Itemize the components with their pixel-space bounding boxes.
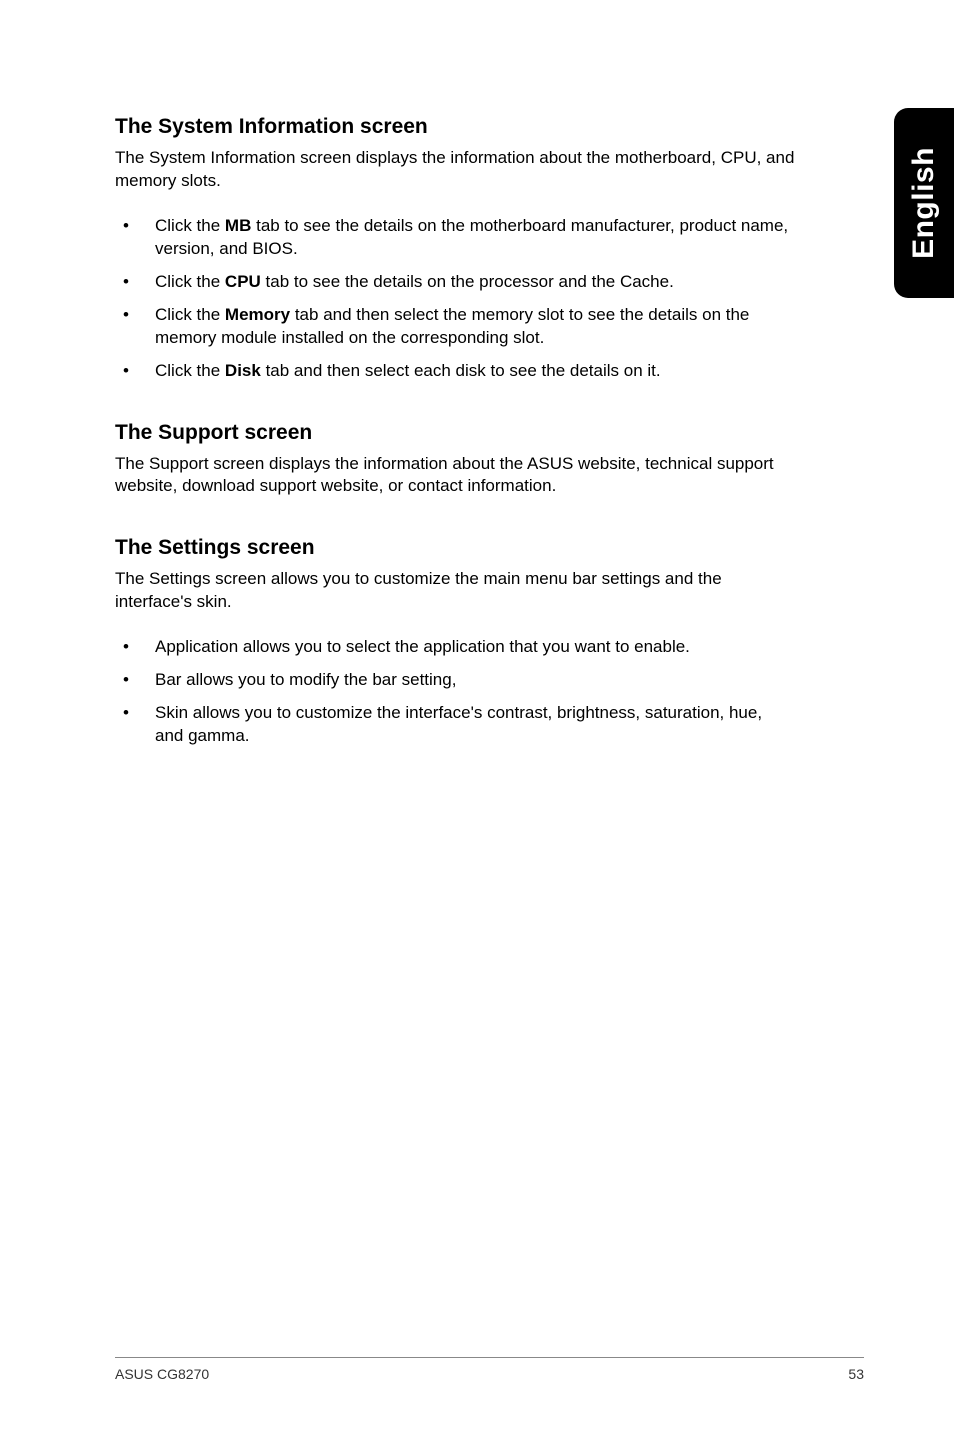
section-support: The Support screen The Support screen di… bbox=[115, 421, 795, 499]
list-item: Click the MB tab to see the details on t… bbox=[115, 215, 795, 261]
language-label: English bbox=[907, 147, 941, 259]
bullet-list: Application allows you to select the app… bbox=[115, 636, 795, 748]
section-intro: The Support screen displays the informat… bbox=[115, 453, 795, 499]
text-bold: Disk bbox=[225, 361, 261, 380]
section-title: The System Information screen bbox=[115, 115, 795, 139]
list-item: Application allows you to select the app… bbox=[115, 636, 795, 659]
text-pre: Click the bbox=[155, 216, 225, 235]
section-system-information: The System Information screen The System… bbox=[115, 115, 795, 383]
text-bold: Memory bbox=[225, 305, 290, 324]
list-item: Click the CPU tab to see the details on … bbox=[115, 271, 795, 294]
list-item: Skin allows you to customize the interfa… bbox=[115, 702, 795, 748]
text-post: tab to see the details on the processor … bbox=[261, 272, 674, 291]
text-pre: Click the bbox=[155, 361, 225, 380]
bullet-list: Click the MB tab to see the details on t… bbox=[115, 215, 795, 383]
page-footer: ASUS CG8270 53 bbox=[115, 1357, 864, 1382]
text-bold: MB bbox=[225, 216, 251, 235]
list-item: Bar allows you to modify the bar setting… bbox=[115, 669, 795, 692]
footer-product: ASUS CG8270 bbox=[115, 1366, 209, 1382]
text-post: tab and then select each disk to see the… bbox=[261, 361, 661, 380]
section-intro: The Settings screen allows you to custom… bbox=[115, 568, 795, 614]
text-pre: Click the bbox=[155, 272, 225, 291]
text-bold: CPU bbox=[225, 272, 261, 291]
content-area: The System Information screen The System… bbox=[115, 115, 795, 748]
language-side-tab: English bbox=[894, 108, 954, 298]
section-settings: The Settings screen The Settings screen … bbox=[115, 536, 795, 748]
footer-page-number: 53 bbox=[848, 1366, 864, 1382]
list-item: Click the Disk tab and then select each … bbox=[115, 360, 795, 383]
section-title: The Settings screen bbox=[115, 536, 795, 560]
section-intro: The System Information screen displays t… bbox=[115, 147, 795, 193]
section-title: The Support screen bbox=[115, 421, 795, 445]
text-pre: Click the bbox=[155, 305, 225, 324]
page: English The System Information screen Th… bbox=[0, 0, 954, 1438]
list-item: Click the Memory tab and then select the… bbox=[115, 304, 795, 350]
